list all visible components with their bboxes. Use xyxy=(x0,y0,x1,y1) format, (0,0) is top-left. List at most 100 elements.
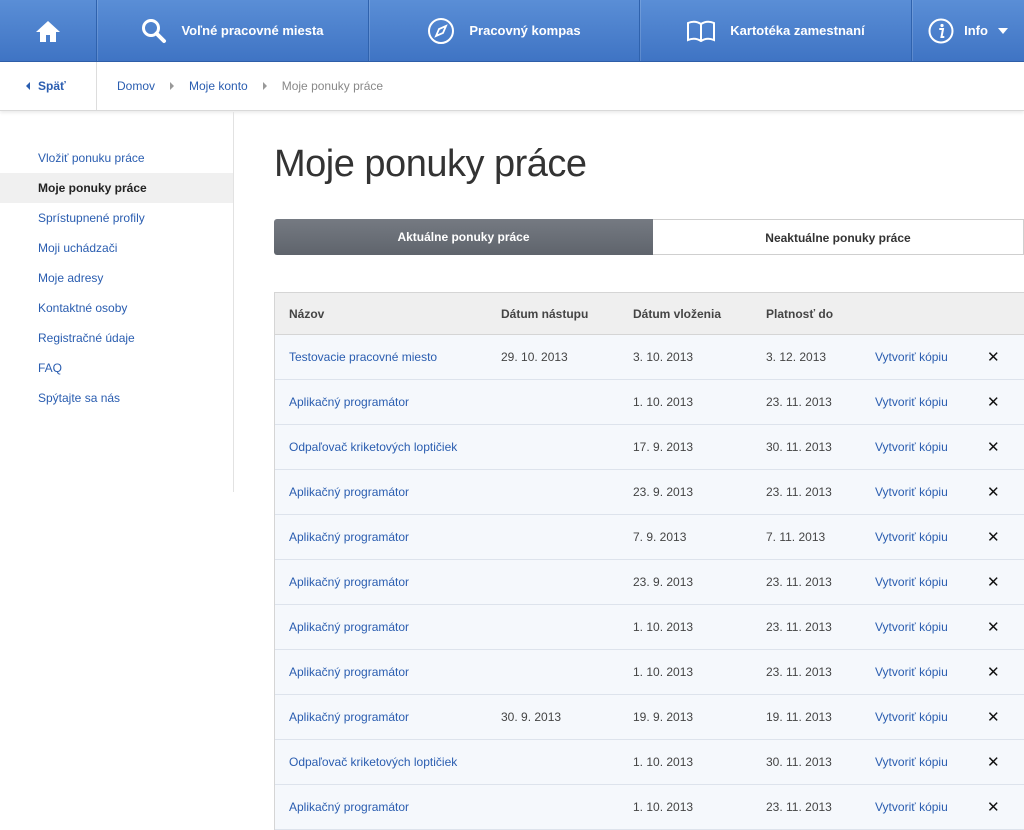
page-title: Moje ponuky práce xyxy=(274,143,587,185)
table-header: Názov Dátum nástupu Dátum vloženia Platn… xyxy=(275,293,1024,335)
delete-icon[interactable]: ✕ xyxy=(987,394,1000,411)
job-title-link[interactable]: Aplikačný programátor xyxy=(289,710,409,724)
breadcrumb-current: Moje ponuky práce xyxy=(281,79,384,93)
cell-valid-until: 3. 12. 2013 xyxy=(766,350,827,364)
create-copy-link[interactable]: Vytvoriť kópiu xyxy=(875,395,948,409)
column-header-valid-until: Platnosť do xyxy=(766,306,834,321)
job-title-link[interactable]: Aplikačný programátor xyxy=(289,620,409,634)
sidebar-item-registration-data[interactable]: Registračné údaje xyxy=(0,323,233,353)
create-copy-link[interactable]: Vytvoriť kópiu xyxy=(875,620,948,634)
cell-posted-date: 3. 10. 2013 xyxy=(633,350,694,364)
cell-posted-date: 1. 10. 2013 xyxy=(633,800,694,814)
sidebar-item-my-applicants[interactable]: Moji uchádzači xyxy=(0,233,233,263)
sidebar-item-my-job-offers[interactable]: Moje ponuky práce xyxy=(0,173,233,203)
nav-job-vacancies-label: Voľné pracovné miesta xyxy=(181,23,324,38)
create-copy-link[interactable]: Vytvoriť kópiu xyxy=(875,710,948,724)
delete-icon[interactable]: ✕ xyxy=(987,574,1000,591)
create-copy-link[interactable]: Vytvoriť kópiu xyxy=(875,800,948,814)
create-copy-link[interactable]: Vytvoriť kópiu xyxy=(875,755,948,769)
sidebar-item-contacts[interactable]: Kontaktné osoby xyxy=(0,293,233,323)
cell-posted-date: 7. 9. 2013 xyxy=(633,530,687,544)
info-icon xyxy=(928,18,954,43)
tab-current-offers[interactable]: Aktuálne ponuky práce xyxy=(274,219,653,255)
sidebar: Vložiť ponuku práce Moje ponuky práce Sp… xyxy=(0,112,234,492)
create-copy-link[interactable]: Vytvoriť kópiu xyxy=(875,575,948,589)
delete-icon[interactable]: ✕ xyxy=(987,754,1000,771)
cell-delete: ✕ xyxy=(987,708,1024,726)
delete-icon[interactable]: ✕ xyxy=(987,799,1000,816)
cell-name: Odpaľovač kriketových loptičiek xyxy=(275,755,501,769)
breadcrumb: Domov Moje konto Moje ponuky práce xyxy=(97,79,383,93)
cell-copy: Vytvoriť kópiu xyxy=(875,620,987,634)
nav-work-compass[interactable]: Pracovný kompas xyxy=(369,0,640,61)
back-link[interactable]: Späť xyxy=(0,62,97,110)
sidebar-item-faq[interactable]: FAQ xyxy=(0,353,233,383)
cell-valid-until: 19. 11. 2013 xyxy=(766,710,832,724)
cell-posted-date: 23. 9. 2013 xyxy=(633,575,694,589)
job-title-link[interactable]: Aplikačný programátor xyxy=(289,530,409,544)
create-copy-link[interactable]: Vytvoriť kópiu xyxy=(875,665,948,679)
cell-delete: ✕ xyxy=(987,528,1024,546)
job-title-link[interactable]: Odpaľovač kriketových loptičiek xyxy=(289,440,457,454)
sidebar-item-add-job-offer[interactable]: Vložiť ponuku práce xyxy=(0,143,233,173)
job-title-link[interactable]: Aplikačný programátor xyxy=(289,575,409,589)
cell-posted-date: 1. 10. 2013 xyxy=(633,755,694,769)
cell-posted-date: 1. 10. 2013 xyxy=(633,395,694,409)
cell-valid-until: 23. 11. 2013 xyxy=(766,665,832,679)
delete-icon[interactable]: ✕ xyxy=(987,664,1000,681)
cell-name: Odpaľovač kriketových loptičiek xyxy=(275,440,501,454)
create-copy-link[interactable]: Vytvoriť kópiu xyxy=(875,350,948,364)
table-row: Testovacie pracovné miesto 29. 10. 2013 3.… xyxy=(275,335,1024,380)
delete-icon[interactable]: ✕ xyxy=(987,349,1000,366)
table-row: Aplikačný programátor 23. 9. 2013 23. 11. … xyxy=(275,470,1024,515)
nav-work-compass-label: Pracovný kompas xyxy=(469,23,581,38)
breadcrumb-my-account[interactable]: Moje konto xyxy=(189,79,248,93)
delete-icon[interactable]: ✕ xyxy=(987,709,1000,726)
home-icon xyxy=(36,20,60,42)
job-title-link[interactable]: Aplikačný programátor xyxy=(289,800,409,814)
cell-delete: ✕ xyxy=(987,753,1024,771)
cell-delete: ✕ xyxy=(987,348,1024,366)
delete-icon[interactable]: ✕ xyxy=(987,619,1000,636)
table-row: Odpaľovač kriketových loptičiek 17. 9. 20… xyxy=(275,425,1024,470)
sidebar-item-shared-profiles[interactable]: Sprístupnené profily xyxy=(0,203,233,233)
cell-copy: Vytvoriť kópiu xyxy=(875,755,987,769)
cell-valid-until: 23. 11. 2013 xyxy=(766,395,832,409)
cell-copy: Vytvoriť kópiu xyxy=(875,665,987,679)
job-title-link[interactable]: Aplikačný programátor xyxy=(289,665,409,679)
chevron-left-icon xyxy=(26,82,30,90)
job-title-link[interactable]: Aplikačný programátor xyxy=(289,395,409,409)
create-copy-link[interactable]: Vytvoriť kópiu xyxy=(875,530,948,544)
sidebar-item-contact-us[interactable]: Spýtajte sa nás xyxy=(0,383,233,413)
cell-copy: Vytvoriť kópiu xyxy=(875,395,987,409)
book-icon xyxy=(687,20,716,42)
nav-info-menu[interactable]: Info xyxy=(912,0,1024,61)
create-copy-link[interactable]: Vytvoriť kópiu xyxy=(875,485,948,499)
delete-icon[interactable]: ✕ xyxy=(987,484,1000,501)
sidebar-item-my-addresses[interactable]: Moje adresy xyxy=(0,263,233,293)
cell-delete: ✕ xyxy=(987,438,1024,456)
nav-occupation-catalog[interactable]: Kartotéka zamestnaní xyxy=(640,0,912,61)
back-label: Späť xyxy=(38,79,66,93)
job-title-link[interactable]: Aplikačný programátor xyxy=(289,485,409,499)
nav-job-vacancies[interactable]: Voľné pracovné miesta xyxy=(97,0,369,61)
cell-delete: ✕ xyxy=(987,618,1024,636)
cell-valid-until: 23. 11. 2013 xyxy=(766,800,832,814)
delete-icon[interactable]: ✕ xyxy=(987,439,1000,456)
tab-outdated-offers[interactable]: Neaktuálne ponuky práce xyxy=(653,219,1024,255)
job-title-link[interactable]: Odpaľovač kriketových loptičiek xyxy=(289,755,457,769)
table-row: Aplikačný programátor 1. 10. 2013 23. 11. … xyxy=(275,650,1024,695)
job-title-link[interactable]: Testovacie pracovné miesto xyxy=(289,350,437,364)
delete-icon[interactable]: ✕ xyxy=(987,529,1000,546)
create-copy-link[interactable]: Vytvoriť kópiu xyxy=(875,440,948,454)
breadcrumb-home[interactable]: Domov xyxy=(117,79,155,93)
table-row: Aplikačný programátor 7. 9. 2013 7. 11. 20… xyxy=(275,515,1024,560)
table-row: Aplikačný programátor 1. 10. 2013 23. 11. … xyxy=(275,785,1024,830)
cell-name: Aplikačný programátor xyxy=(275,575,501,589)
cell-name: Aplikačný programátor xyxy=(275,485,501,499)
cell-posted-date: 1. 10. 2013 xyxy=(633,665,694,679)
cell-delete: ✕ xyxy=(987,483,1024,501)
chevron-right-icon xyxy=(262,82,267,90)
nav-home[interactable] xyxy=(0,0,97,61)
cell-name: Aplikačný programátor xyxy=(275,395,501,409)
